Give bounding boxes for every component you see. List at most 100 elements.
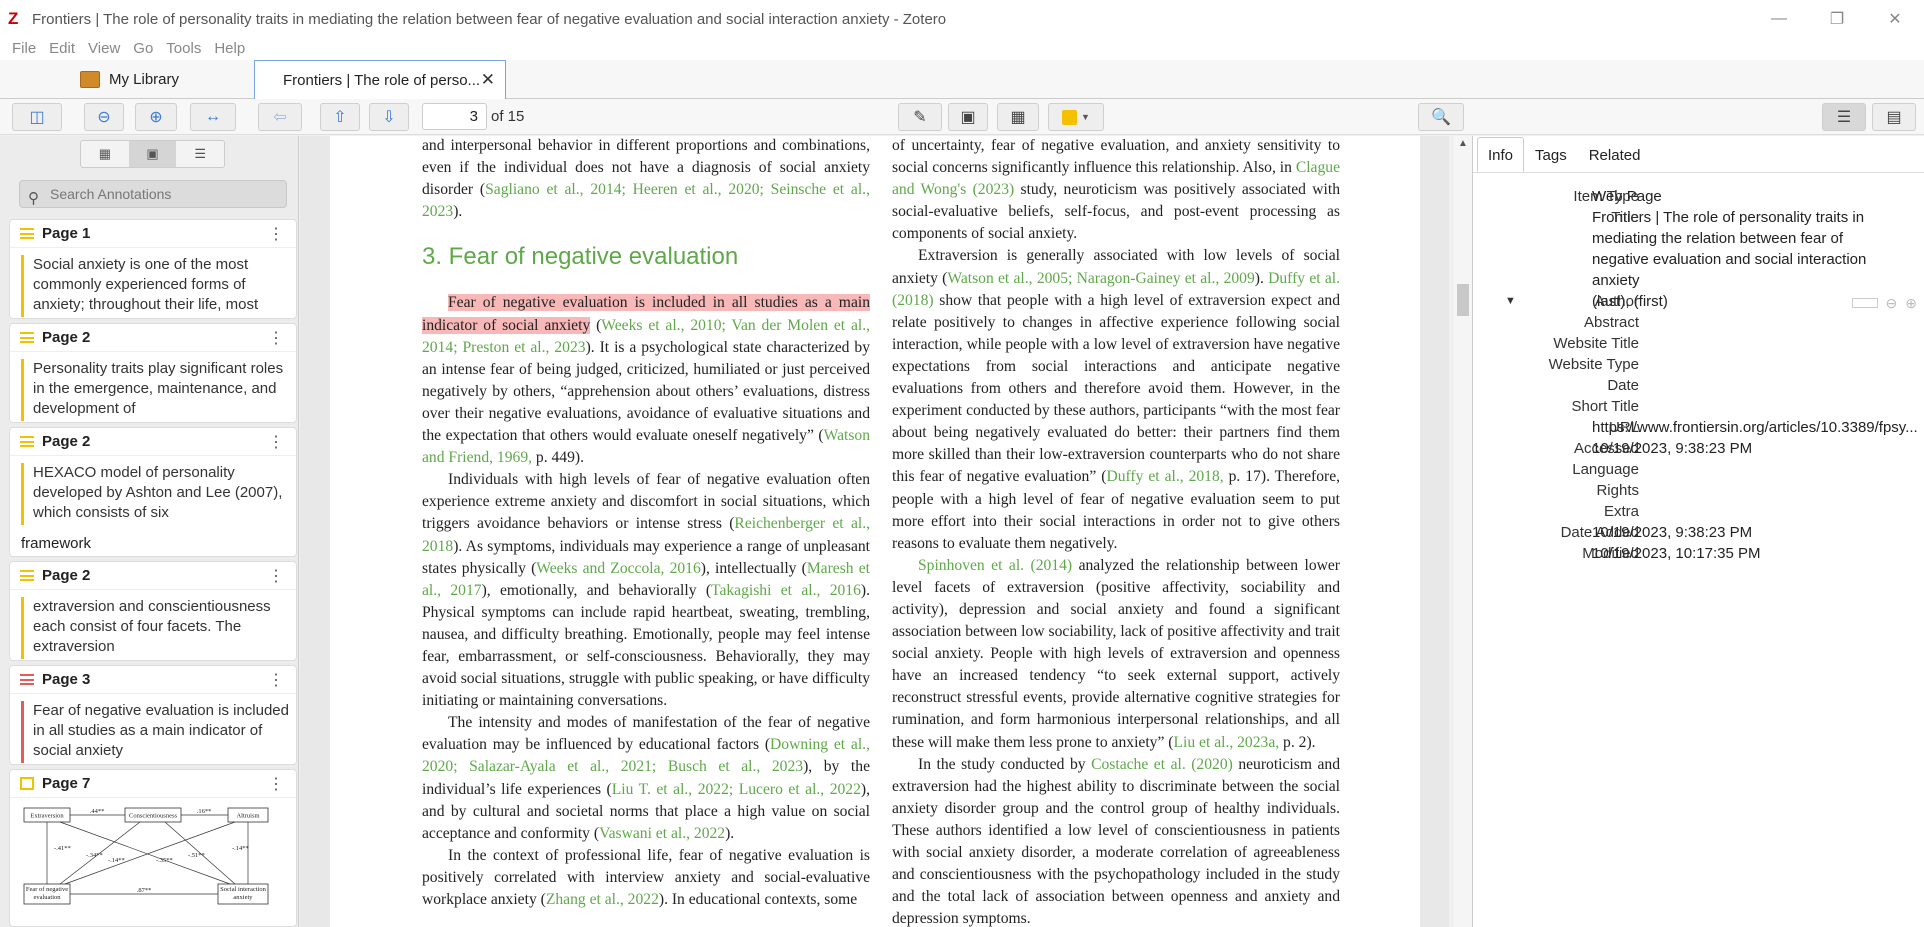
citation-link[interactable]: Liu et al., 2023a,: [1173, 734, 1279, 751]
citation-link[interactable]: Zhang et al., 2022: [546, 891, 659, 908]
image-annotation-icon: [20, 777, 34, 790]
note-tool-button[interactable]: ▣: [948, 103, 988, 131]
paragraph: Extraversion is generally associated wit…: [892, 245, 1340, 554]
more-options-icon[interactable]: ⋮: [268, 432, 284, 452]
zoom-in-button[interactable]: ⊕: [135, 103, 177, 131]
arrow-down-icon: ⇩: [382, 109, 396, 126]
field-website-type[interactable]: Website Type: [1473, 354, 1924, 375]
menu-bar: File Edit View Go Tools Help: [0, 36, 1924, 60]
more-options-icon[interactable]: ⋮: [268, 328, 284, 348]
citation-link[interactable]: Takagishi et al., 2016: [711, 582, 861, 599]
window-title: Frontiers | The role of personality trai…: [32, 10, 947, 28]
item-pane-tabs: Info Tags Related: [1477, 137, 1651, 172]
annotations-search-input[interactable]: ⚲ Search Annotations: [19, 180, 287, 208]
color-picker-button[interactable]: ▼: [1048, 103, 1104, 131]
citation-link[interactable]: Weeks and Zoccola, 2016: [536, 560, 701, 577]
highlight-icon: [20, 332, 34, 343]
paragraph: and interpersonal behavior in different …: [422, 136, 870, 223]
citation-link[interactable]: Costache et al. (2020): [1091, 756, 1233, 773]
toggle-context-pane-button[interactable]: ☰: [1822, 103, 1866, 131]
tab-tags[interactable]: Tags: [1524, 137, 1578, 172]
citation-link[interactable]: Watson et al., 2005; Naragon-Gainey et a…: [947, 270, 1254, 287]
field-date[interactable]: Date: [1473, 375, 1924, 396]
citation-link[interactable]: Liu T. et al., 2022; Lucero et al., 2022: [612, 781, 861, 798]
find-button[interactable]: 🔍: [1418, 103, 1464, 131]
page-count: of 15: [491, 108, 525, 125]
field-url[interactable]: URL https://www.frontiersin.org/articles/…: [1473, 417, 1924, 438]
field-rights[interactable]: Rights: [1473, 480, 1924, 501]
annotation-card[interactable]: Page 2 ⋮ HEXACO model of personality dev…: [9, 427, 297, 557]
menu-help[interactable]: Help: [214, 40, 245, 57]
item-pane-icon: ☰: [1836, 109, 1852, 126]
remove-author-icon[interactable]: ⊖: [1886, 293, 1898, 314]
thumbnails-view-button[interactable]: ▦: [81, 141, 129, 167]
citation-link[interactable]: Duffy et al., 2018,: [1106, 468, 1223, 485]
field-language[interactable]: Language: [1473, 459, 1924, 480]
close-window-button[interactable]: ✕: [1866, 0, 1924, 38]
field-item-type[interactable]: Item Type Web Page: [1473, 186, 1924, 207]
menu-view[interactable]: View: [88, 40, 120, 57]
collapse-authors-icon[interactable]: ▼: [1505, 291, 1516, 312]
more-options-icon[interactable]: ⋮: [268, 774, 284, 794]
search-icon: 🔍: [1431, 109, 1451, 126]
more-options-icon[interactable]: ⋮: [268, 670, 284, 690]
field-label: Item Type: [1573, 188, 1639, 205]
area-tool-button[interactable]: ▦: [997, 103, 1039, 131]
scroll-up-icon[interactable]: ▲: [1458, 138, 1468, 149]
citation-link[interactable]: Sagliano et al., 2014; Heeren et al., 20…: [422, 181, 870, 220]
field-short-title[interactable]: Short Title: [1473, 396, 1924, 417]
toggle-sidebar-button[interactable]: ◫: [12, 103, 62, 131]
highlight-tool-button[interactable]: ✎: [898, 103, 942, 131]
annotation-card[interactable]: Page 1 ⋮ Social anxiety is one of the mo…: [9, 219, 297, 319]
field-accessed[interactable]: Accessed 10/19/2023, 9:38:23 PM: [1473, 438, 1924, 459]
field-website-title[interactable]: Website Title: [1473, 333, 1924, 354]
annotation-text: Fear of negative evaluation is included …: [21, 701, 296, 763]
menu-file[interactable]: File: [12, 40, 36, 57]
notes-pane-button[interactable]: ▤: [1872, 103, 1916, 131]
zoom-fit-button[interactable]: ↔: [190, 103, 236, 131]
menu-tools[interactable]: Tools: [166, 40, 201, 57]
menu-go[interactable]: Go: [133, 40, 153, 57]
more-options-icon[interactable]: ⋮: [268, 224, 284, 244]
more-options-icon[interactable]: ⋮: [268, 566, 284, 586]
annotation-card[interactable]: Page 2 ⋮ Personality traits play signifi…: [9, 323, 297, 423]
tab-document[interactable]: Frontiers | The role of perso... ✕: [254, 60, 506, 100]
annotation-card[interactable]: Page 3 ⋮ Fear of negative evaluation is …: [9, 665, 297, 765]
paragraph: of uncertainty, fear of negative evaluat…: [892, 136, 1340, 245]
field-author[interactable]: ▼ Author (last), (first) ⊖ ⊕: [1473, 291, 1924, 312]
next-page-button[interactable]: ⇩: [369, 103, 409, 131]
citation-link[interactable]: Spinhoven et al. (2014): [918, 557, 1072, 574]
outline-view-button[interactable]: ☰: [176, 141, 224, 167]
path-coefficient: -.14**: [232, 845, 249, 852]
pdf-viewer[interactable]: and interpersonal behavior in different …: [300, 136, 1449, 927]
annotation-card[interactable]: Page 7 ⋮ Extraversion Conscientiousness …: [9, 769, 297, 927]
citation-link[interactable]: Vaswani et al., 2022: [599, 825, 725, 842]
page-number-input[interactable]: 3: [422, 103, 487, 130]
author-mode-icon[interactable]: [1851, 298, 1878, 308]
scrollbar-thumb[interactable]: [1457, 284, 1469, 316]
tab-my-library[interactable]: My Library: [0, 60, 254, 99]
zoom-out-button[interactable]: ⊖: [84, 103, 124, 131]
field-title[interactable]: Title Frontiers | The role of personality…: [1473, 207, 1924, 291]
restore-button[interactable]: ❐: [1808, 0, 1866, 38]
tab-related[interactable]: Related: [1578, 137, 1652, 172]
text-run: ), intellectually (: [700, 559, 807, 577]
field-extra[interactable]: Extra: [1473, 501, 1924, 522]
annotation-card[interactable]: Page 2 ⋮ extraversion and conscientiousn…: [9, 561, 297, 661]
annotation-comment[interactable]: framework: [10, 531, 296, 556]
field-abstract[interactable]: Abstract: [1473, 312, 1924, 333]
annotations-icon: ▣: [146, 146, 159, 161]
arrow-up-icon: ⇧: [333, 109, 347, 126]
add-author-icon[interactable]: ⊕: [1905, 293, 1917, 314]
tab-info[interactable]: Info: [1477, 137, 1525, 172]
close-tab-icon[interactable]: ✕: [481, 70, 495, 90]
annotations-view-button[interactable]: ▣: [128, 141, 177, 167]
menu-edit[interactable]: Edit: [49, 40, 75, 57]
pdf-scrollbar[interactable]: ▲: [1454, 136, 1472, 927]
annotation-header: Page 1: [10, 220, 296, 248]
minimize-button[interactable]: —: [1750, 0, 1808, 38]
previous-page-button[interactable]: ⇧: [320, 103, 360, 131]
text-run: p. 449).: [532, 449, 584, 467]
back-button[interactable]: ⇦: [258, 103, 302, 131]
highlight-icon: [20, 228, 34, 239]
